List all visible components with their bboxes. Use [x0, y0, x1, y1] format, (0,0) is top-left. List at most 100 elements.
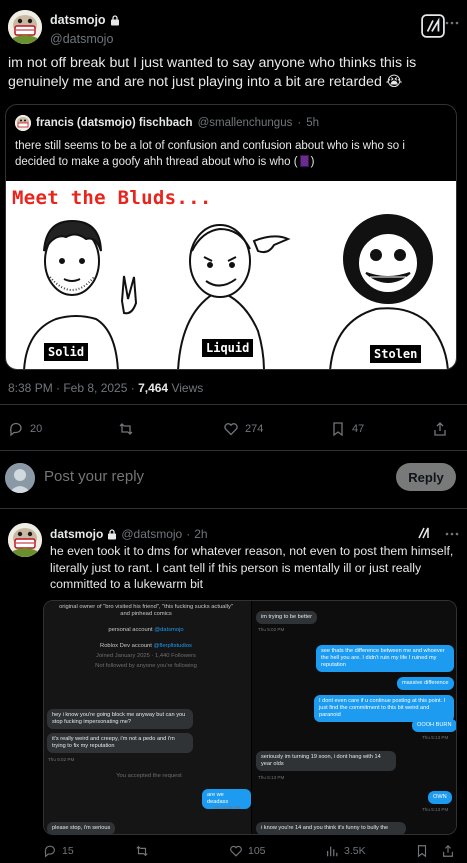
bookmark-button[interactable]: [415, 844, 429, 858]
reply-display-name[interactable]: datsmojo: [50, 527, 103, 541]
dm-message: OWN: [428, 791, 452, 804]
dm-message: see thats the difference between me and …: [316, 645, 454, 672]
dm-timestamp: Thu 5:13 PM: [258, 775, 285, 780]
views-icon: [327, 846, 338, 857]
dm-message: im trying to be better: [256, 611, 317, 624]
dm-roblox: Roblox Dev account @flerpltstudios: [56, 643, 236, 650]
lock-icon: [110, 14, 119, 25]
quoted-post[interactable]: francis (datsmojo) fischbach @smallenchu…: [5, 104, 457, 370]
dm-message: it's really weird and creepy, i'm not a …: [47, 733, 193, 753]
retweet-button[interactable]: [118, 421, 140, 437]
dm-message: please stop, i'm serious: [47, 822, 116, 834]
lock-icon: [108, 528, 117, 539]
dm-message: seriously im turning 19 soon, i dont han…: [256, 751, 396, 771]
dm-timestamp: Thu 5:02 PM: [48, 757, 75, 762]
more-icon[interactable]: [445, 527, 459, 541]
reply-submit-button[interactable]: Reply: [396, 463, 456, 491]
dm-not-followed: Not followed by anyone you're following: [95, 663, 197, 669]
dm-profile-bio: original owner of "bro visited his frien…: [59, 604, 233, 617]
dm-timestamp: Thu 5:13 PM: [422, 735, 449, 740]
more-icon[interactable]: [445, 16, 459, 30]
meme-label-stolen: Stolen: [370, 345, 422, 363]
author-name-text: datsmojo: [50, 13, 106, 27]
views-label: Views: [171, 381, 204, 395]
like-icon: [224, 423, 238, 436]
quote-display-name: francis (datsmojo) fischbach: [36, 117, 193, 129]
author-handle[interactable]: @datsmojo: [50, 32, 120, 46]
dm-timestamp: Thu 5:09 PM: [214, 805, 241, 810]
like-button[interactable]: 274: [223, 421, 263, 437]
reply-button[interactable]: 15: [43, 844, 74, 858]
quote-text-main: there still seems to be a lot of confusi…: [15, 140, 405, 168]
post-actions: 20 274 47: [8, 421, 446, 441]
post-text: im not off break but I just wanted to sa…: [8, 55, 417, 90]
author-display-name[interactable]: datsmojo: [50, 13, 120, 27]
share-button[interactable]: [441, 844, 455, 858]
dm-left-panel: original owner of "bro visited his frien…: [44, 601, 251, 834]
dm-roblox-handle: @flerpltstudios: [153, 643, 192, 649]
retweet-button[interactable]: [135, 844, 154, 858]
quote-handle: @smallenchungus: [197, 117, 293, 129]
reply-icon: [9, 422, 22, 437]
views-button[interactable]: 3.5K: [325, 844, 366, 858]
like-button[interactable]: 105: [229, 844, 266, 858]
grok-icon[interactable]: [421, 14, 445, 38]
views-count: 3.5K: [344, 845, 366, 857]
dm-timestamp: Thu 5:02 PM: [258, 627, 285, 632]
dm-screenshot-image[interactable]: original owner of "bro visited his frien…: [43, 600, 457, 835]
share-icon: [443, 844, 453, 857]
post-header: datsmojo @datsmojo: [8, 10, 459, 50]
jar-emoji-icon: [299, 155, 309, 167]
quote-text-end: ): [310, 156, 315, 168]
author-avatar[interactable]: [8, 10, 42, 44]
post-timestamp[interactable]: 8:38 PM · Feb 8, 2025 ·: [8, 381, 135, 395]
dm-message: massive difference: [397, 677, 454, 690]
reply-text: he even took it to dms for whatever reas…: [50, 544, 454, 591]
quote-time: 5h: [306, 117, 319, 129]
quote-header: francis (datsmojo) fischbach @smallenchu…: [15, 115, 319, 131]
dm-timestamp: Thu 5:13 PM: [422, 807, 449, 812]
reply-count: 15: [62, 845, 74, 857]
like-count: 105: [248, 845, 266, 857]
author-block: datsmojo @datsmojo: [50, 11, 120, 46]
reply-separator: ·: [186, 527, 191, 541]
dm-joined: Joined January 2025 · 1,440 Followers: [96, 653, 196, 659]
reply-input[interactable]: [44, 468, 374, 485]
bookmark-count: 47: [352, 423, 365, 435]
grok-icon[interactable]: [417, 526, 431, 540]
divider: [0, 508, 467, 509]
reply-button[interactable]: 20: [8, 421, 42, 437]
reply-icon: [44, 845, 55, 858]
dm-message: I dont even care if u continue posting a…: [314, 695, 454, 722]
divider: [0, 404, 467, 405]
retweet-icon: [136, 845, 148, 857]
my-avatar[interactable]: [5, 463, 35, 493]
like-icon: [230, 845, 242, 857]
share-button[interactable]: [432, 421, 448, 437]
like-count: 274: [245, 423, 264, 435]
quote-text: there still seems to be a lot of confusi…: [15, 138, 447, 170]
bookmark-icon: [333, 422, 343, 437]
dm-personal: personal account @datsmojo: [56, 627, 236, 634]
reply-actions: 15 105 3.5K: [43, 844, 457, 862]
dm-accepted: You accepted the request: [116, 773, 182, 779]
retweet-icon: [119, 423, 133, 435]
dm-message: i know you're 14 and you think it's funn…: [256, 822, 406, 834]
reply-author: datsmojo @datsmojo · 2h: [50, 527, 208, 541]
reply-time[interactable]: 2h: [194, 527, 207, 541]
reply-author-avatar[interactable]: [8, 523, 42, 557]
dm-roblox-label: Roblox Dev account: [100, 643, 152, 649]
dm-message: hey i know you're going block me anyway …: [47, 709, 193, 729]
reply-handle[interactable]: @datsmojo: [121, 527, 182, 541]
quote-separator: ·: [297, 117, 302, 129]
divider: [0, 450, 467, 451]
dm-right-panel: im trying to be better Thu 5:02 PM see t…: [252, 601, 456, 834]
views-count: 7,464: [138, 381, 169, 395]
post-meta: 8:38 PM · Feb 8, 2025 · 7,464 Views: [8, 381, 203, 395]
dm-personal-handle: @datsmojo: [154, 627, 184, 633]
meme-image[interactable]: Meet the Bluds... Solid Liquid Stolen: [6, 181, 456, 369]
bookmark-button[interactable]: 47: [330, 421, 364, 437]
quote-avatar: [15, 115, 31, 131]
meme-label-solid: Solid: [44, 343, 89, 361]
share-icon: [434, 422, 446, 436]
